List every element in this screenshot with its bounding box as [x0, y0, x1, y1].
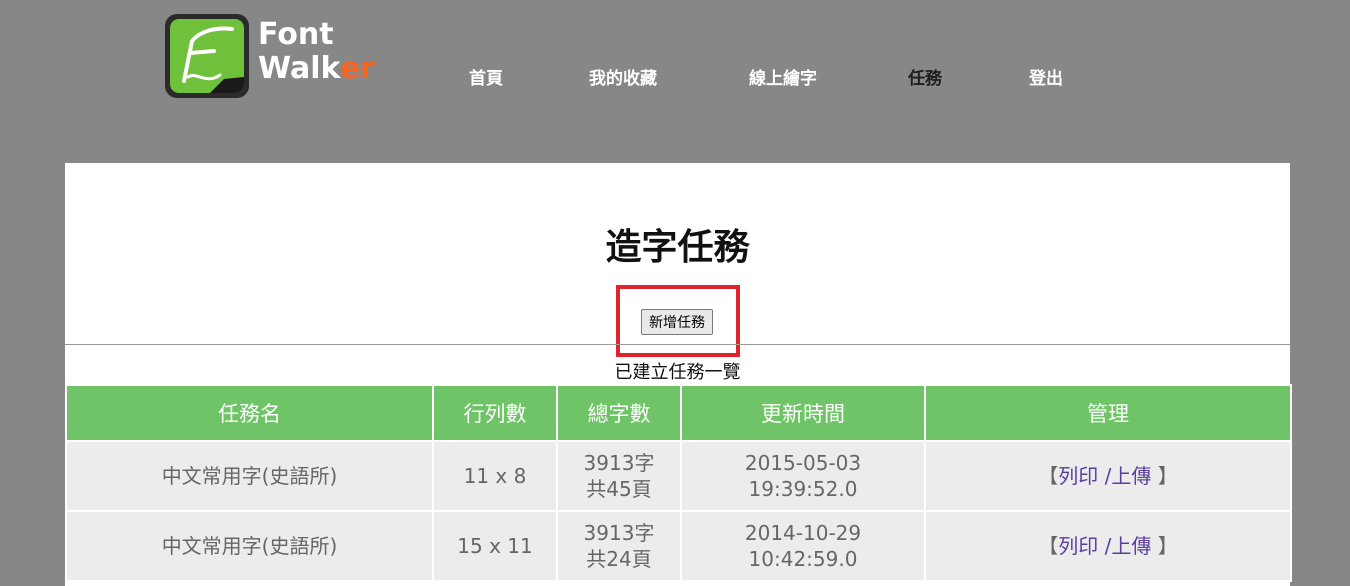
- link-separator: /: [1098, 464, 1112, 488]
- task-grid: 11 x 8: [432, 440, 558, 512]
- page-title: 造字任務: [605, 227, 750, 268]
- nav-home[interactable]: 首頁: [469, 64, 503, 89]
- link-separator: /: [1098, 534, 1112, 558]
- pen-f-icon: [182, 26, 244, 93]
- table-header-row: 任務名 行列數 總字數 更新時間 管理: [65, 384, 1292, 442]
- upload-link[interactable]: 上傳: [1111, 464, 1151, 488]
- print-link[interactable]: 列印: [1058, 534, 1098, 558]
- task-name: 中文常用字(史語所): [65, 440, 434, 512]
- header-total-chars: 總字數: [556, 384, 682, 442]
- print-link[interactable]: 列印: [1058, 464, 1098, 488]
- task-grid: 15 x 11: [432, 510, 558, 582]
- add-task-button[interactable]: 新增任務: [641, 309, 713, 335]
- nav-tasks[interactable]: 任務: [908, 64, 942, 89]
- logo[interactable]: Font Walker: [165, 14, 385, 100]
- task-count: 3913字 共24頁: [556, 510, 682, 582]
- logo-text-font: Font: [258, 17, 334, 52]
- table-row: 中文常用字(史語所) 11 x 8 3913字 共45頁 2015-05-03 19…: [65, 440, 1292, 512]
- task-list-caption: 已建立任務一覽: [614, 362, 741, 383]
- logo-text-walker: Walker: [258, 51, 375, 86]
- nav-favorites[interactable]: 我的收藏: [589, 64, 657, 89]
- task-manage: 【列印 /上傳 】: [924, 440, 1292, 512]
- upload-link[interactable]: 上傳: [1111, 534, 1151, 558]
- table-row: 中文常用字(史語所) 15 x 11 3913字 共24頁 2014-10-29 1…: [65, 510, 1292, 582]
- content-panel: 造字任務 新增任務 已建立任務一覽 任務名 行列數 總字數 更新時間 管理 中文…: [65, 163, 1292, 586]
- nav-online-draw[interactable]: 線上繪字: [749, 64, 817, 89]
- task-manage: 【列印 /上傳 】: [924, 510, 1292, 582]
- header-manage: 管理: [924, 384, 1292, 442]
- divider: [65, 344, 1290, 345]
- task-updated: 2014-10-29 10:42:59.0: [680, 510, 926, 582]
- nav-logout[interactable]: 登出: [1029, 64, 1063, 89]
- task-name: 中文常用字(史語所): [65, 510, 434, 582]
- logo-badge: [165, 14, 249, 98]
- header-grid: 行列數: [432, 384, 558, 442]
- header-updated: 更新時間: [680, 384, 926, 442]
- task-updated: 2015-05-03 19:39:52.0: [680, 440, 926, 512]
- header-task-name: 任務名: [65, 384, 434, 442]
- task-count: 3913字 共45頁: [556, 440, 682, 512]
- task-table: 任務名 行列數 總字數 更新時間 管理 中文常用字(史語所) 11 x 8 39…: [65, 384, 1292, 582]
